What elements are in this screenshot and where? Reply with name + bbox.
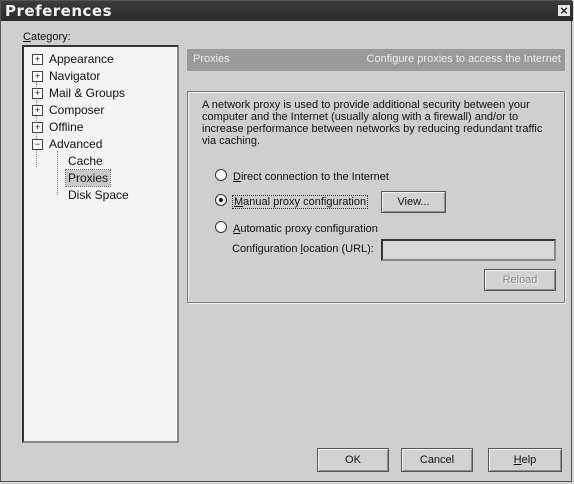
tree-item-mail-groups[interactable]: + Mail & Groups — [32, 85, 125, 101]
reload-button[interactable]: Reload — [484, 269, 556, 291]
tree-item-proxies[interactable]: Proxies — [64, 169, 112, 187]
cancel-button[interactable]: Cancel — [401, 448, 473, 472]
panel-subtitle: Configure proxies to access the Internet — [366, 53, 561, 65]
proxy-description: A network proxy is used to provide addit… — [202, 99, 543, 147]
view-button[interactable]: View... — [381, 191, 446, 213]
ok-button[interactable]: OK — [317, 448, 389, 472]
radio-automatic[interactable] — [215, 221, 227, 233]
direct-connection-option[interactable]: Direct connection to the Internet — [215, 169, 389, 184]
manual-proxy-option[interactable]: Manual proxy configuration — [215, 194, 369, 209]
tree-item-composer[interactable]: + Composer — [32, 102, 104, 118]
tree-item-navigator[interactable]: + Navigator — [32, 68, 100, 84]
expand-icon[interactable]: + — [32, 122, 43, 133]
tree-item-appearance[interactable]: + Appearance — [32, 51, 114, 67]
radio-direct[interactable] — [215, 169, 227, 181]
close-button[interactable]: × — [557, 4, 571, 17]
tree-item-cache[interactable]: Cache — [68, 153, 103, 169]
tree-item-advanced[interactable]: − Advanced — [32, 136, 102, 152]
title-bar[interactable]: Preferences × — [1, 1, 573, 21]
tree-item-offline[interactable]: + Offline — [32, 119, 83, 135]
tree-item-disk-space[interactable]: Disk Space — [68, 187, 129, 203]
panel-title: Proxies — [193, 53, 230, 65]
collapse-icon[interactable]: − — [32, 139, 43, 150]
panel-header: Proxies Configure proxies to access the … — [187, 49, 565, 71]
radio-manual[interactable] — [215, 194, 227, 206]
close-icon: × — [559, 4, 569, 17]
tree-guide-line — [57, 151, 58, 195]
expand-icon[interactable]: + — [32, 105, 43, 116]
help-button[interactable]: Help — [488, 448, 562, 472]
expand-icon[interactable]: + — [32, 88, 43, 99]
expand-icon[interactable]: + — [32, 71, 43, 82]
category-label: Category: — [23, 31, 71, 43]
config-location-label: Configuration location (URL): — [232, 243, 374, 255]
automatic-proxy-option[interactable]: Automatic proxy configuration — [215, 221, 378, 236]
category-tree[interactable]: + Appearance + Navigator + Mail & Groups + C… — [22, 45, 179, 443]
expand-icon[interactable]: + — [32, 54, 43, 65]
config-url-input[interactable] — [381, 239, 556, 261]
window-title: Preferences — [5, 2, 113, 20]
preferences-dialog: Preferences × Category: + Appearance + Nav… — [0, 0, 573, 482]
